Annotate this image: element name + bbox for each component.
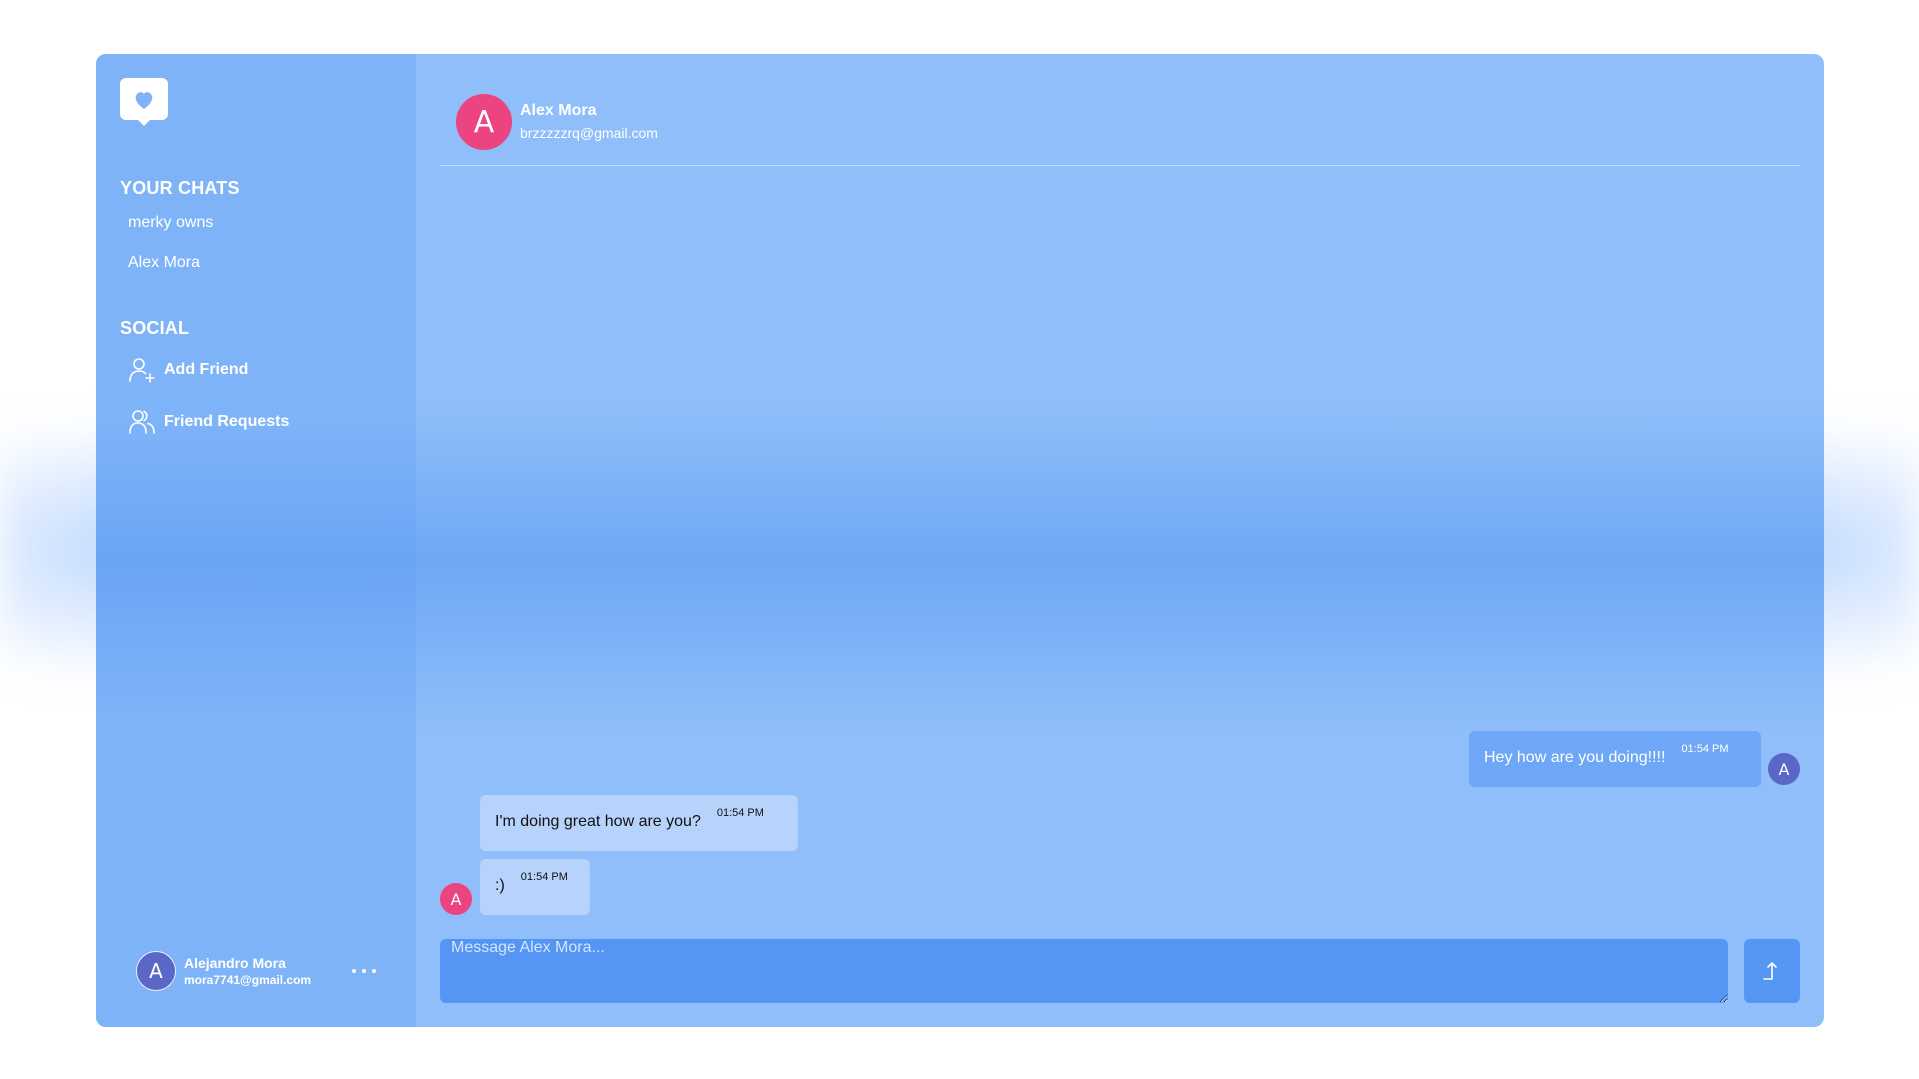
contact-message-avatar: A bbox=[440, 883, 472, 915]
current-user-avatar: A bbox=[136, 951, 176, 991]
add-friend-label: Add Friend bbox=[164, 361, 249, 378]
send-button[interactable] bbox=[1744, 939, 1800, 1003]
contact-avatar: A bbox=[456, 94, 512, 150]
contact-name: Alex Mora bbox=[520, 102, 597, 119]
chat-panel: A Alex Mora brzzzzzrq@gmail.com Hey how … bbox=[416, 54, 1824, 1027]
friend-requests-label: Friend Requests bbox=[164, 413, 290, 430]
message-time: 01:54 PM bbox=[1681, 743, 1729, 755]
message-bubble-received: I'm doing great how are you? 01:54 PM bbox=[480, 795, 798, 851]
user-plus-icon bbox=[129, 358, 155, 383]
friend-requests-link[interactable]: Friend Requests bbox=[128, 408, 289, 436]
message-text: Hey how are you doing!!!! bbox=[1484, 749, 1666, 766]
social-heading: SOCIAL bbox=[120, 318, 190, 338]
more-options-button[interactable] bbox=[352, 964, 376, 978]
heart-chat-logo-icon bbox=[120, 78, 168, 126]
dot-icon bbox=[362, 969, 366, 973]
sender-avatar: A bbox=[1768, 753, 1800, 785]
message-text: I'm doing great how are you? bbox=[495, 813, 701, 830]
message-input[interactable] bbox=[440, 939, 1728, 1003]
dot-icon bbox=[372, 969, 376, 973]
dot-icon bbox=[352, 969, 356, 973]
chat-item-merky-owns[interactable]: merky owns bbox=[128, 214, 213, 232]
message-bubble-sent: Hey how are you doing!!!! 01:54 PM bbox=[1469, 731, 1761, 787]
sidebar: YOUR CHATS merky owns Alex Mora SOCIAL A… bbox=[96, 54, 416, 1027]
message-text: :) bbox=[495, 877, 505, 894]
chat-item-alex-mora[interactable]: Alex Mora bbox=[128, 254, 200, 272]
users-icon bbox=[129, 410, 155, 434]
current-user-profile: A Alejandro Mora mora7741@gmail.com bbox=[136, 951, 311, 991]
current-user-email: mora7741@gmail.com bbox=[184, 973, 312, 987]
chat-app-window: YOUR CHATS merky owns Alex Mora SOCIAL A… bbox=[96, 54, 1824, 1027]
contact-email: brzzzzzrq@gmail.com bbox=[520, 125, 658, 141]
your-chats-heading: YOUR CHATS bbox=[120, 178, 240, 198]
send-arrow-icon bbox=[1763, 962, 1777, 980]
message-time: 01:54 PM bbox=[716, 807, 764, 819]
chat-header: A Alex Mora brzzzzzrq@gmail.com bbox=[440, 54, 1800, 166]
message-bubble-received: :) 01:54 PM bbox=[480, 859, 590, 915]
add-friend-link[interactable]: Add Friend bbox=[128, 356, 248, 384]
current-user-name: Alejandro Mora bbox=[184, 955, 286, 971]
message-time: 01:54 PM bbox=[520, 871, 568, 883]
